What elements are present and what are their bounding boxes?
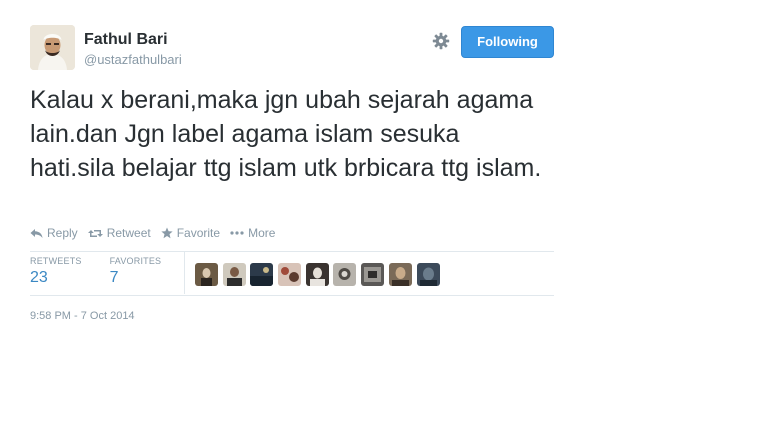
retweets-stat[interactable]: RETWEETS 23	[30, 256, 82, 287]
favoriter-avatar[interactable]	[361, 263, 385, 286]
gear-icon[interactable]	[432, 32, 450, 50]
favoriter-avatar[interactable]	[222, 263, 246, 286]
favoriter-avatars	[195, 263, 444, 286]
favoriter-avatar[interactable]	[195, 263, 218, 286]
author-avatar[interactable]	[30, 25, 75, 70]
reply-button[interactable]: Reply	[30, 226, 78, 240]
tweet-actions: Reply Retweet Favorite More	[30, 226, 285, 240]
favorite-label: Favorite	[176, 226, 221, 240]
favorites-stat[interactable]: FAVORITES 7	[110, 256, 162, 287]
reply-arrow-icon	[30, 228, 43, 238]
favoriter-avatar[interactable]	[388, 263, 412, 286]
author-name[interactable]: Fathul Bari	[84, 31, 168, 49]
reply-label: Reply	[47, 226, 78, 240]
ellipsis-icon	[230, 231, 244, 235]
favorites-label: FAVORITES	[109, 256, 162, 266]
favorite-button[interactable]: Favorite	[161, 226, 220, 240]
retweets-count: 23	[30, 269, 48, 286]
favoriter-avatar[interactable]	[333, 263, 357, 286]
following-button[interactable]: Following	[461, 26, 554, 58]
more-label: More	[248, 226, 276, 240]
favorites-count: 7	[109, 269, 119, 286]
tweet-text: Kalau x berani,maka jgn ubah sejarah aga…	[30, 86, 542, 182]
stats-bottom-divider	[30, 295, 554, 296]
more-button[interactable]: More	[230, 226, 275, 240]
author-handle[interactable]: @ustazfathulbari	[84, 52, 182, 67]
stats-separator	[184, 252, 185, 294]
retweet-label: Retweet	[106, 226, 151, 240]
stats-top-divider	[30, 251, 554, 252]
retweet-button[interactable]: Retweet	[87, 226, 151, 240]
favoriter-avatar[interactable]	[278, 263, 302, 286]
favoriter-avatar[interactable]	[416, 263, 440, 286]
retweets-label: RETWEETS	[30, 256, 82, 266]
favoriter-avatar[interactable]	[250, 263, 274, 286]
tweet-timestamp[interactable]: 9:58 PM - 7 Oct 2014	[30, 310, 135, 322]
tweet-stats: RETWEETS 23 FAVORITES 7	[30, 256, 189, 287]
retweet-icon	[87, 229, 103, 237]
star-icon	[161, 227, 173, 239]
favoriter-avatar[interactable]	[305, 263, 329, 286]
